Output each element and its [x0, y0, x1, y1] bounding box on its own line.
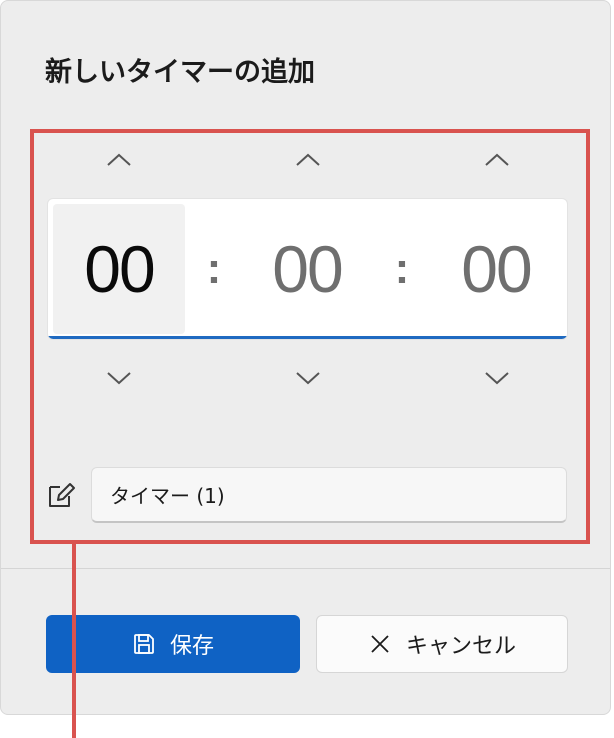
chevron-down-icon	[296, 372, 320, 385]
add-timer-dialog: 新しいタイマーの追加 00 : 00 : 00 タイマー (1) 保存 キャンセ…	[0, 0, 611, 715]
hours-field[interactable]: 00	[53, 204, 185, 334]
time-separator: :	[394, 243, 410, 293]
time-picker: 00 : 00 : 00	[47, 198, 568, 340]
timer-name-input[interactable]	[91, 467, 567, 523]
time-separator: :	[206, 243, 222, 293]
chevron-up-icon	[107, 153, 131, 166]
hours-decrement-button[interactable]	[99, 363, 139, 393]
cancel-button-label: キャンセル	[405, 634, 516, 659]
save-button-label: 保存	[169, 634, 214, 659]
chevron-down-icon	[107, 372, 131, 385]
footer-divider	[1, 568, 610, 569]
seconds-decrement-button[interactable]	[477, 363, 517, 393]
save-icon	[134, 634, 154, 654]
close-icon	[371, 635, 389, 653]
hours-increment-button[interactable]	[99, 145, 139, 175]
chevron-down-icon	[485, 372, 509, 385]
chevron-up-icon	[296, 153, 320, 166]
edit-icon	[49, 483, 75, 507]
dialog-title: 新しいタイマーの追加	[45, 57, 315, 88]
focus-underline	[48, 336, 567, 339]
seconds-field[interactable]: 00	[430, 199, 562, 338]
cancel-button[interactable]: キャンセル	[316, 615, 568, 673]
highlight-callout-line	[72, 543, 76, 738]
minutes-field[interactable]: 00	[241, 199, 373, 338]
save-button[interactable]: 保存	[46, 615, 300, 673]
chevron-up-icon	[485, 153, 509, 166]
minutes-decrement-button[interactable]	[288, 363, 328, 393]
seconds-increment-button[interactable]	[477, 145, 517, 175]
minutes-increment-button[interactable]	[288, 145, 328, 175]
